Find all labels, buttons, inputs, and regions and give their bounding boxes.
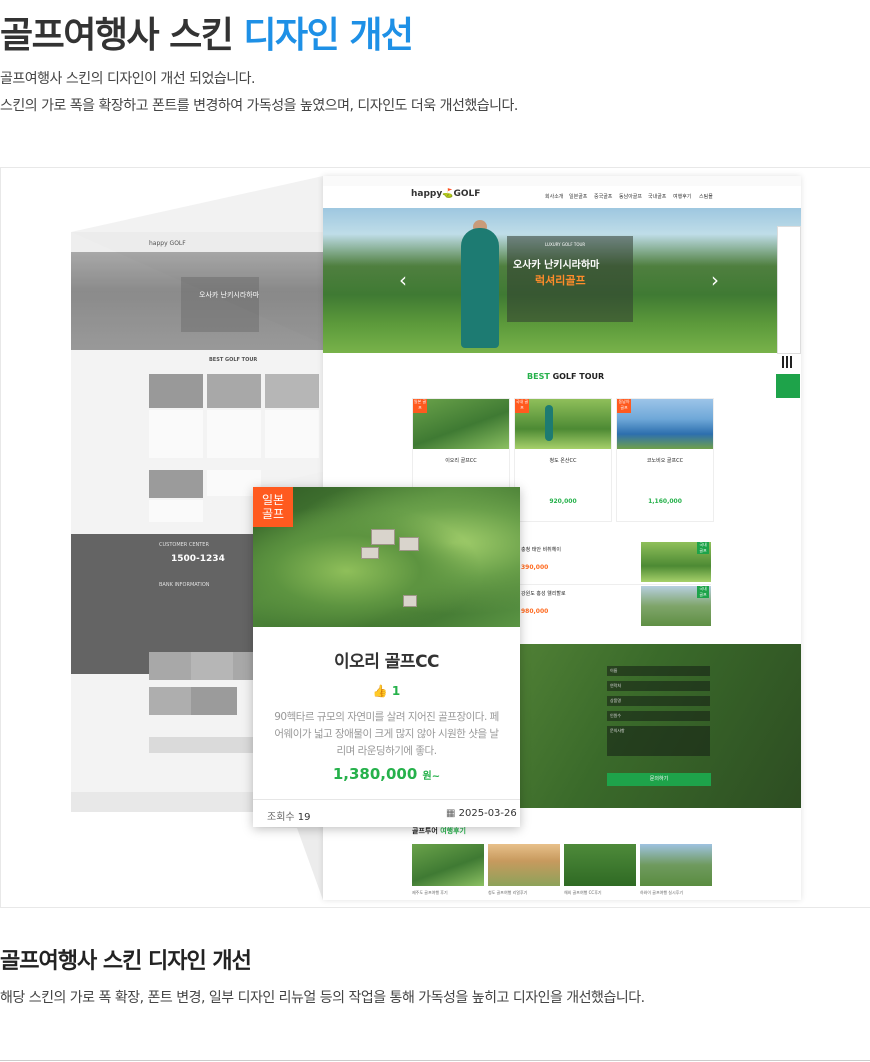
menu-item-3[interactable]: 동남아골프 (619, 193, 642, 200)
review-thumb[interactable] (412, 844, 484, 886)
qr-code (782, 356, 794, 368)
hero-next-arrow-icon[interactable]: › (711, 268, 719, 292)
menu-item-2[interactable]: 중국골프 (594, 193, 612, 200)
review-caption: 해외 골프여행 CC후기 (564, 890, 602, 895)
best-tour-title-rest: GOLF TOUR (549, 372, 605, 381)
zoomed-card-desc: 90헥타르 규모의 자연미를 살려 지어진 골프장이다. 페어웨이가 넓고 장애… (274, 711, 499, 757)
inquiry-submit-button[interactable]: 문의하기 (607, 773, 711, 786)
zoomed-card-building (399, 537, 419, 551)
tour-card-price: 1,160,000 (648, 498, 682, 505)
zoomed-card-price: 1,380,000 원~ (253, 765, 520, 783)
list-item-price: 980,000 (521, 608, 549, 615)
page-title-main: 골프여행사 스킨 (0, 15, 244, 56)
tour-card-name: 청도 온산CC (549, 458, 577, 464)
review-caption: 하와이 골프여행 실시후기 (640, 890, 684, 895)
list-item[interactable]: 강원도 홍성 웰리할로 980,000 국내 골프 (519, 586, 711, 628)
zoomed-card-tag-text: 일본 골프 (261, 493, 285, 521)
list-item-tag: 국내 골프 (697, 586, 709, 598)
review-thumb[interactable] (564, 844, 636, 886)
tour-card-tag: 일본 골프 (413, 399, 427, 413)
zoomed-card-price-unit: 원~ (422, 771, 441, 782)
old-phone: 1500-1234 (171, 554, 225, 564)
views-count: 19 (297, 812, 311, 823)
menu-item-0[interactable]: 회사소개 (545, 193, 563, 200)
old-bank: BANK INFORMATION (159, 582, 210, 588)
form-field-message[interactable]: 문의사항 (607, 726, 710, 756)
zoomed-card-building (371, 529, 395, 545)
form-field-product[interactable]: 상품명 (607, 696, 710, 706)
reviews-title-accent: 여행후기 (437, 827, 466, 835)
list-item[interactable]: 충청 태안 비취헤이 390,000 국내 골프 (519, 542, 711, 585)
zoomed-card-building (361, 547, 379, 559)
zoomed-card-views: 조회수 19 (267, 808, 311, 823)
tour-card-tag: 국내 골프 (515, 399, 529, 413)
calendar-icon: ▦ (446, 808, 456, 819)
menu-item-5[interactable]: 여행후기 (673, 193, 691, 200)
views-label: 조회수 (267, 812, 295, 823)
list-item-tag: 국내 골프 (697, 542, 709, 554)
hero-title: 오사카 난키시라하마 (513, 260, 600, 271)
list-item-name: 충청 태안 비취헤이 (521, 547, 561, 553)
quick-menu (777, 226, 801, 354)
menu-item-6[interactable]: 스팀몰 (699, 193, 713, 200)
reviews-title-main: 골프투어 (412, 827, 438, 835)
hero-subtitle: 럭셔리골프 (535, 274, 586, 287)
form-field-people[interactable]: 인원수 (607, 711, 710, 721)
old-customer-center: CUSTOMER CENTER (159, 542, 209, 548)
review-thumb[interactable] (488, 844, 560, 886)
zoomed-card-price-value: 1,380,000 (332, 765, 418, 783)
review-caption: 청도 골프여행 리얼후기 (488, 890, 528, 895)
zoomed-card-photo (253, 487, 520, 627)
zoomed-card-like-count: 1 (391, 684, 401, 698)
old-best-title: BEST GOLF TOUR (209, 357, 258, 363)
zoomed-card-divider (253, 799, 520, 800)
zoomed-card-date: ▦ 2025-03-26 (446, 808, 517, 819)
old-hero-title: 오사카 난키시라하마 (199, 291, 260, 299)
tour-card-name: 코노비오 골프CC (646, 458, 684, 464)
zoomed-card-tag: 일본 골프 (253, 487, 293, 527)
zoomed-card-date-value: 2025-03-26 (458, 808, 517, 819)
best-tour-title-green: BEST (527, 372, 550, 381)
intro-line-2: 스킨의 가로 폭을 확장하고 폰트를 변경하여 가독성을 높였으며, 디자인도 … (0, 98, 518, 114)
tour-card[interactable]: 동남아 골프 코노비오 골프CC 1,160,000 (616, 398, 714, 522)
quick-contact-button[interactable] (776, 374, 800, 398)
reviews-title: 골프투어 여행후기 (412, 826, 466, 836)
zoomed-card-name: 이오리 골프CC (333, 652, 440, 672)
showcase-frame: happy GOLF 오사카 난키시라하마 BEST GOLF TOUR CUS… (0, 167, 870, 908)
page-title-accent: 디자인 개선 (243, 15, 414, 56)
tour-card-tag: 동남아 골프 (617, 399, 631, 413)
zoomed-card-likes[interactable]: 👍 1 (253, 684, 520, 698)
intro-line-1: 골프여행사 스킨의 디자인이 개선 되었습니다. (0, 71, 255, 87)
section-title: 골프여행사 스킨 디자인 개선 (0, 949, 252, 974)
form-field-name[interactable]: 이름 (607, 666, 710, 676)
bottom-divider (0, 1060, 870, 1061)
hero-eyebrow: LUXURY GOLF TOUR (545, 242, 586, 247)
list-item-name: 강원도 홍성 웰리할로 (521, 591, 566, 597)
menu-item-1[interactable]: 일본골프 (569, 193, 587, 200)
zoomed-card-building (403, 595, 417, 607)
thumbs-up-icon: 👍 (372, 684, 388, 698)
site-logo[interactable]: happy⛳GOLF (411, 189, 480, 199)
best-tour-title: BEST GOLF TOUR (527, 372, 604, 381)
zoomed-tour-card[interactable]: 일본 골프 이오리 골프CC 👍 1 90헥타르 규모의 자연미를 살려 지어진… (253, 487, 520, 827)
golfer-figure (461, 228, 499, 348)
section-desc: 해당 스킨의 가로 폭 확장, 폰트 변경, 일부 디자인 리뉴얼 등의 작업을… (0, 990, 645, 1006)
form-field-phone[interactable]: 연락처 (607, 681, 710, 691)
tour-card[interactable]: 국내 골프 청도 온산CC 920,000 (514, 398, 612, 522)
review-thumb[interactable] (640, 844, 712, 886)
review-caption: 제주도 골프여행 후기 (412, 890, 448, 895)
menu-item-4[interactable]: 국내골프 (648, 193, 666, 200)
old-logo: happy GOLF (149, 240, 186, 247)
hero-prev-arrow-icon[interactable]: ‹ (399, 268, 407, 292)
tour-card-name: 이오리 골프CC (445, 458, 477, 464)
list-item-price: 390,000 (521, 564, 549, 571)
tour-card-price: 920,000 (549, 498, 577, 505)
page-title: 골프여행사 스킨 디자인 개선 (0, 6, 414, 58)
